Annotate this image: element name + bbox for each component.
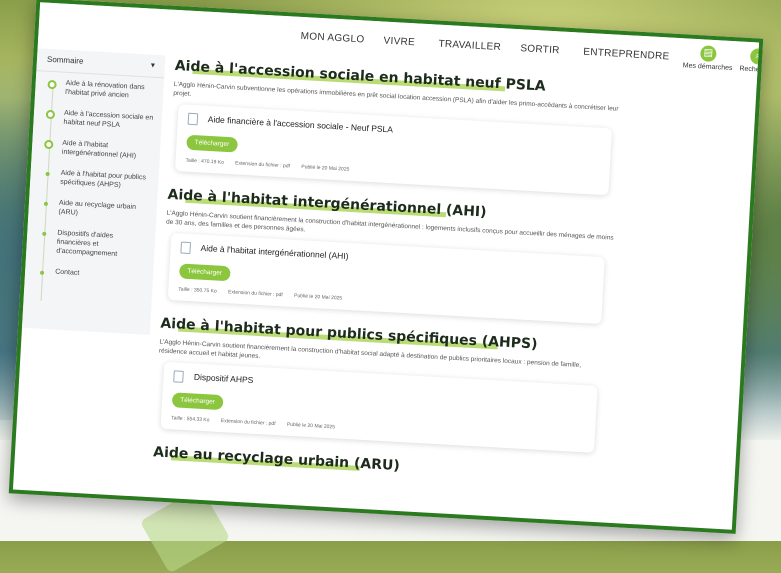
file-size: Taille : 470.19 Ko — [185, 157, 225, 166]
nav-travailler[interactable]: TRAVAILLER — [438, 39, 501, 53]
sidebar-item-label: Aide au recyclage urbain (ARU) — [58, 199, 137, 217]
download-button[interactable]: Télécharger — [178, 263, 231, 282]
chevron-down-icon: ▾ — [150, 60, 156, 70]
file-size: Taille : 350.75 Ko — [178, 286, 217, 295]
document-icon — [187, 112, 199, 126]
file-title: Dispositif AHPS — [193, 371, 254, 386]
nav-sortir[interactable]: SORTIR — [520, 43, 560, 56]
sidebar-item-label: Aide à l'accession sociale en habitat ne… — [63, 109, 154, 129]
dot-icon — [45, 171, 50, 177]
nav-mon-agglo[interactable]: MON AGGLO — [300, 31, 364, 46]
sidebar-item-label: Aide à la rénovation dans l'habitat priv… — [64, 79, 145, 100]
file-date: Publié le 20 Mai 2025 — [293, 292, 343, 302]
download-button[interactable]: Télécharger — [171, 392, 224, 411]
active-dot-icon — [45, 109, 56, 120]
screenshot-frame: MON AGGLO VIVRE TRAVAILLER SORTIR ENTREP… — [8, 0, 764, 534]
mes-demarches-label: Mes démarches — [682, 62, 733, 73]
file-date: Publié le 20 Mai 2025 — [286, 421, 336, 431]
file-extension: Extension du fichier : pdf — [220, 418, 276, 428]
section-title-aru: Aide au recyclage urbain (ARU) — [152, 444, 401, 475]
file-extension: Extension du fichier : pdf — [235, 160, 291, 170]
file-title: Aide à l'habitat intergénérationnel (AHI… — [200, 242, 349, 262]
sidebar-item-label: Aide à l'habitat intergénérationnel (AHI… — [61, 139, 137, 160]
file-extension: Extension du fichier : pdf — [227, 289, 283, 299]
sidebar-item-label: Aide à l'habitat pour publics spécifique… — [59, 169, 147, 190]
dot-icon — [39, 270, 45, 275]
document-icon — [173, 370, 184, 383]
file-size: Taille : 554.33 Ko — [170, 415, 210, 424]
file-meta: Taille : 470.19 Ko Extension du fichier … — [185, 158, 599, 187]
file-meta: Taille : 554.33 Ko Extension du fichier … — [171, 415, 585, 444]
file-date: Publié le 20 Mai 2025 — [301, 164, 350, 173]
nav-vivre[interactable]: VIVRE — [383, 36, 415, 49]
file-meta: Taille : 350.75 Ko Extension du fichier … — [178, 286, 592, 315]
dot-icon — [42, 231, 47, 236]
sidebar-item-label: Dispositifs d'aides financières et d'acc… — [56, 229, 118, 258]
active-dot-icon — [44, 139, 54, 150]
sidebar-item-label: Contact — [54, 268, 80, 277]
nav-entreprendre[interactable]: ENTREPRENDRE — [583, 47, 670, 63]
search-button[interactable]: ⌕ Rechercher — [727, 47, 764, 75]
search-label: Rechercher — [739, 65, 764, 75]
download-button[interactable]: Télécharger — [186, 134, 238, 153]
document-icon — [180, 241, 192, 255]
search-icon: ⌕ — [749, 48, 764, 65]
file-title: Aide financière à l'accession sociale - … — [207, 114, 394, 135]
folder-icon: ▤ — [699, 45, 717, 63]
main-content: Aide à l'accession sociale en habitat ne… — [151, 56, 625, 520]
sommaire-sidebar: Sommaire ▾ Aide à la rénovation dans l'h… — [21, 48, 166, 335]
dot-icon — [43, 201, 49, 207]
active-dot-icon — [47, 79, 57, 90]
sommaire-title: Sommaire — [46, 54, 84, 66]
